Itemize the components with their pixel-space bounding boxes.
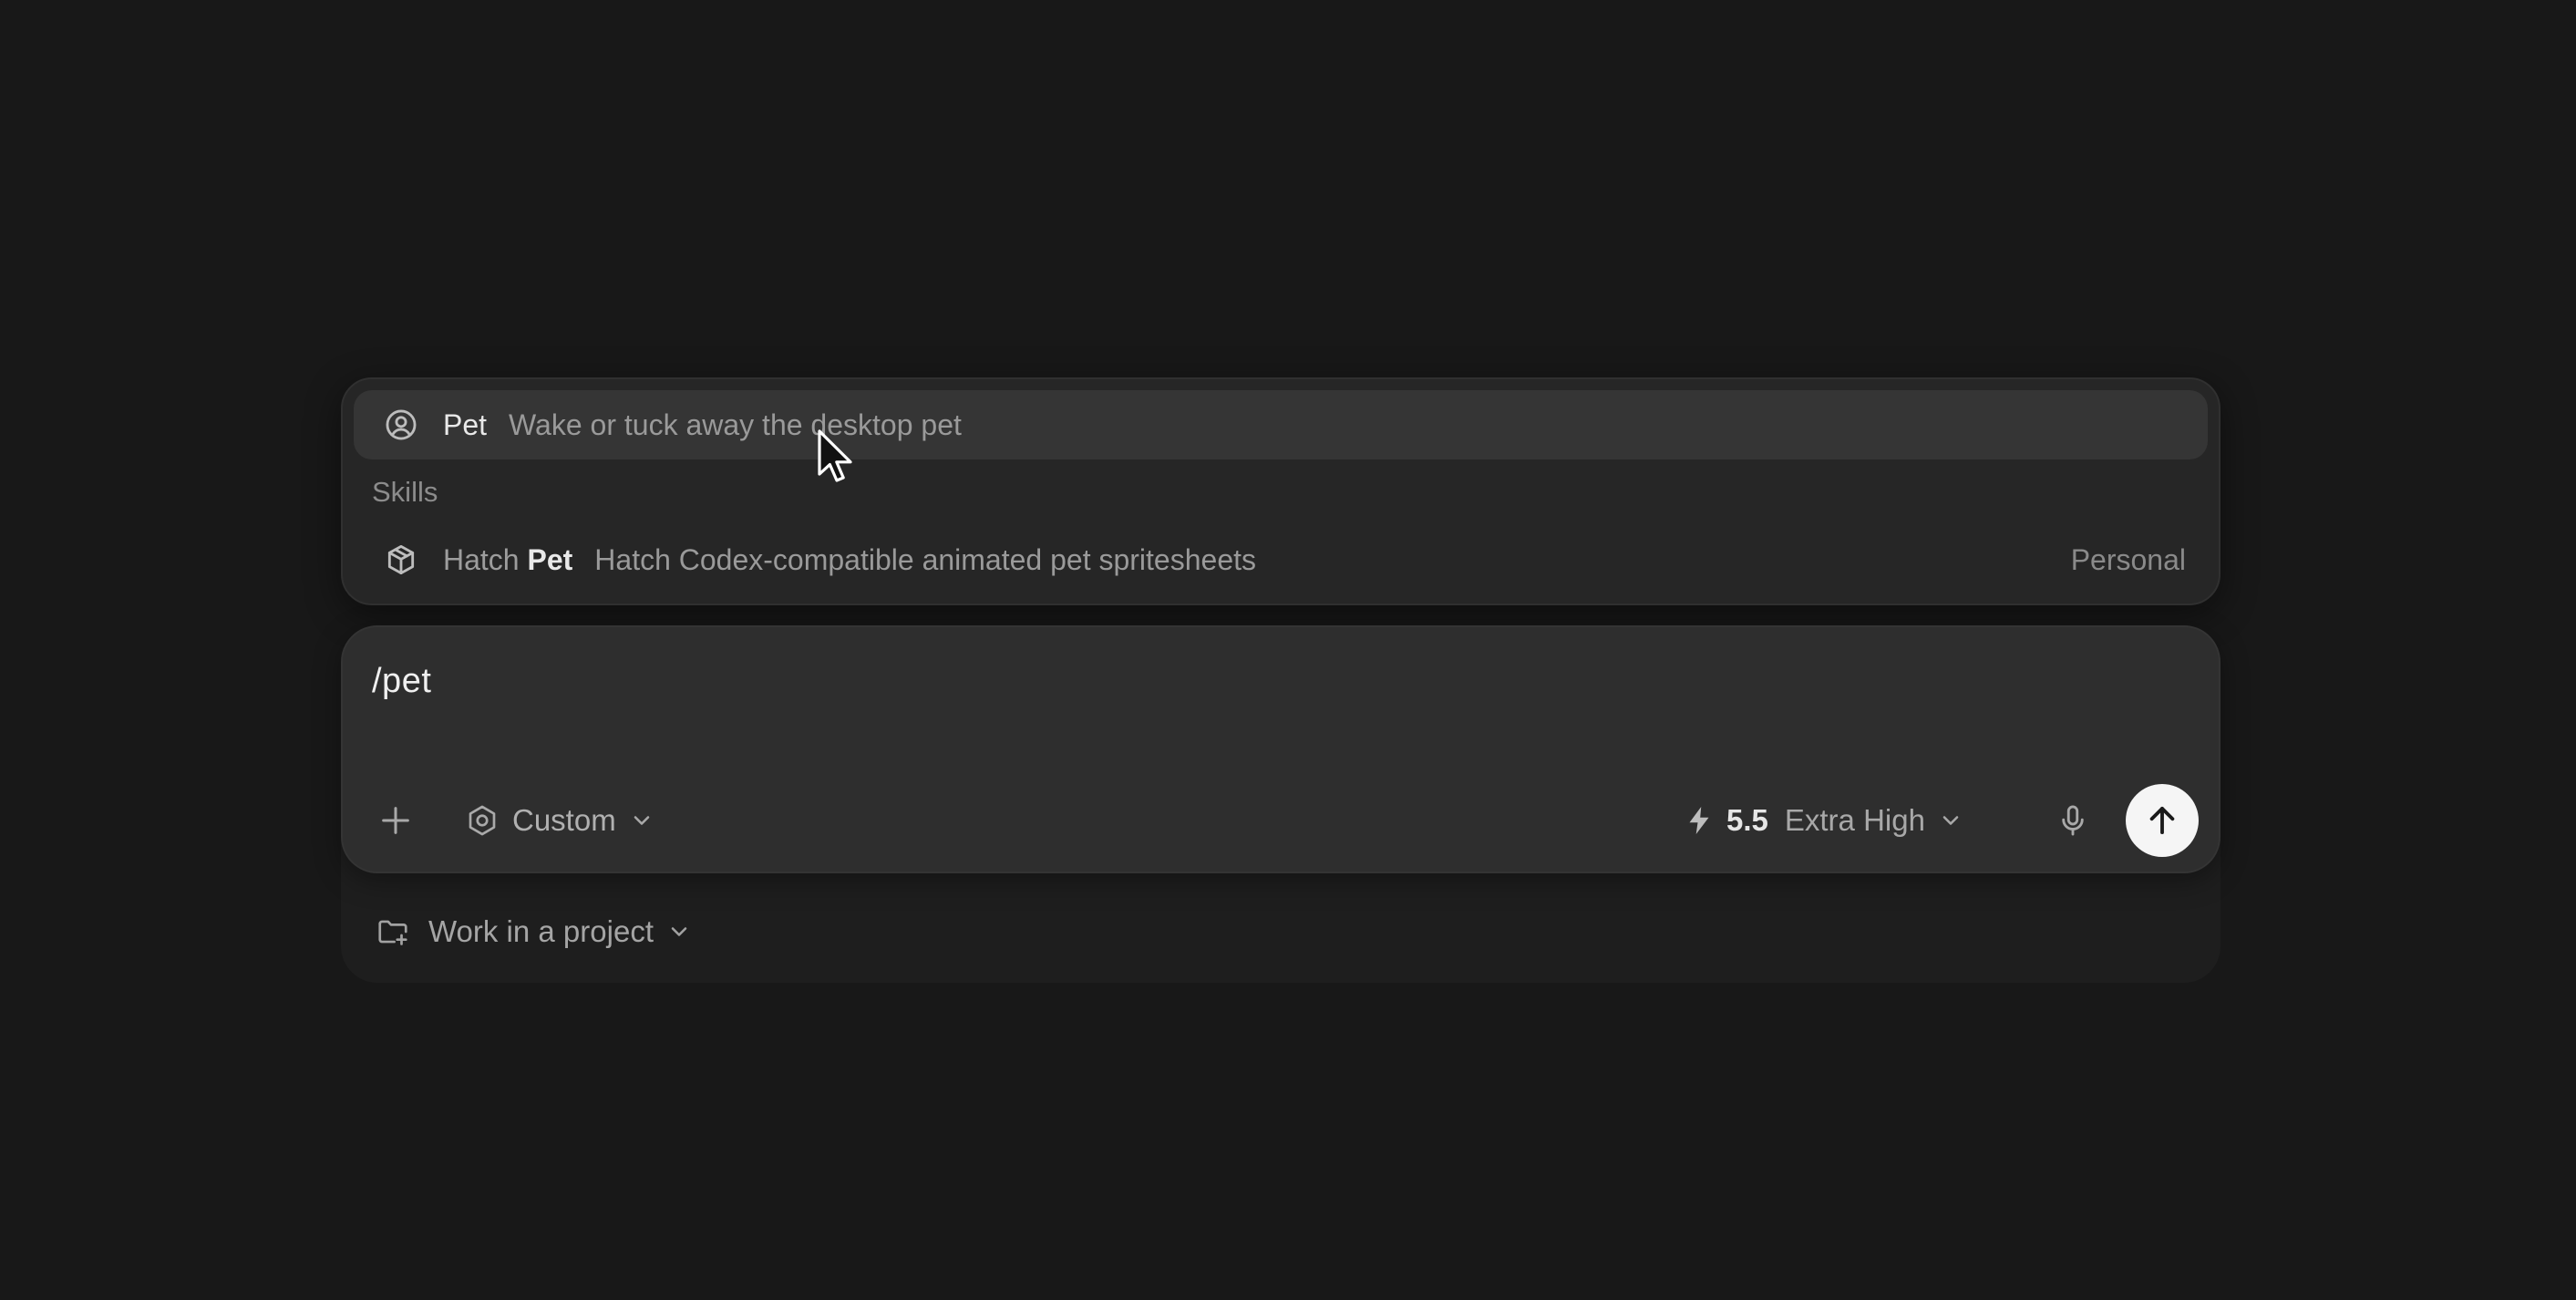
composer-toolbar: Custom 5.5 Extra High xyxy=(343,784,2219,857)
add-attachment-button[interactable] xyxy=(376,800,416,841)
microphone-icon xyxy=(2062,805,2084,836)
person-circle-icon xyxy=(383,407,419,443)
section-label-skills: Skills xyxy=(372,476,438,508)
slash-command-popup: Pet Wake or tuck away the desktop pet Sk… xyxy=(341,377,2221,605)
project-label: Work in a project xyxy=(428,914,654,948)
voice-input-button[interactable] xyxy=(2053,800,2093,841)
command-description: Wake or tuck away the desktop pet xyxy=(509,408,962,441)
skill-scope-badge: Personal xyxy=(2070,542,2186,576)
chevron-down-icon xyxy=(629,808,654,833)
folder-plus-icon xyxy=(376,914,410,949)
work-in-project-dropdown[interactable]: Work in a project xyxy=(376,908,692,955)
lightning-bolt-icon xyxy=(1683,804,1716,837)
mode-label: Custom xyxy=(512,803,616,837)
plus-icon xyxy=(382,807,409,834)
command-title: Pet xyxy=(443,408,488,441)
cube-package-icon xyxy=(383,542,419,578)
composer-container: /pet Custom 5.5 Extra High Work in a pro… xyxy=(341,625,2221,983)
gear-icon xyxy=(465,803,500,838)
skill-title-prefix: Hatch xyxy=(443,542,520,576)
app-stage: Pet Wake or tuck away the desktop pet Sk… xyxy=(0,0,2576,1300)
model-version: 5.5 xyxy=(1726,803,1768,837)
command-item-pet[interactable]: Pet Wake or tuck away the desktop pet xyxy=(354,390,2208,459)
skill-item-hatch-pet[interactable]: Hatch Pet Hatch Codex-compatible animate… xyxy=(354,525,2208,594)
chevron-down-icon xyxy=(666,919,692,944)
skill-title: Hatch Pet xyxy=(443,543,572,577)
model-selector-button[interactable]: 5.5 Extra High xyxy=(1683,797,1963,844)
prompt-input[interactable]: /pet xyxy=(372,662,431,701)
skill-title-match: Pet xyxy=(527,542,573,576)
composer-card: /pet Custom 5.5 Extra High xyxy=(341,625,2221,873)
arrow-up-icon xyxy=(2149,806,2175,835)
chevron-down-icon xyxy=(1938,808,1963,833)
send-button[interactable] xyxy=(2126,784,2199,857)
mode-dropdown-button[interactable]: Custom xyxy=(465,797,654,844)
reasoning-effort: Extra High xyxy=(1784,803,1925,837)
skill-description: Hatch Codex-compatible animated pet spri… xyxy=(594,542,1256,576)
